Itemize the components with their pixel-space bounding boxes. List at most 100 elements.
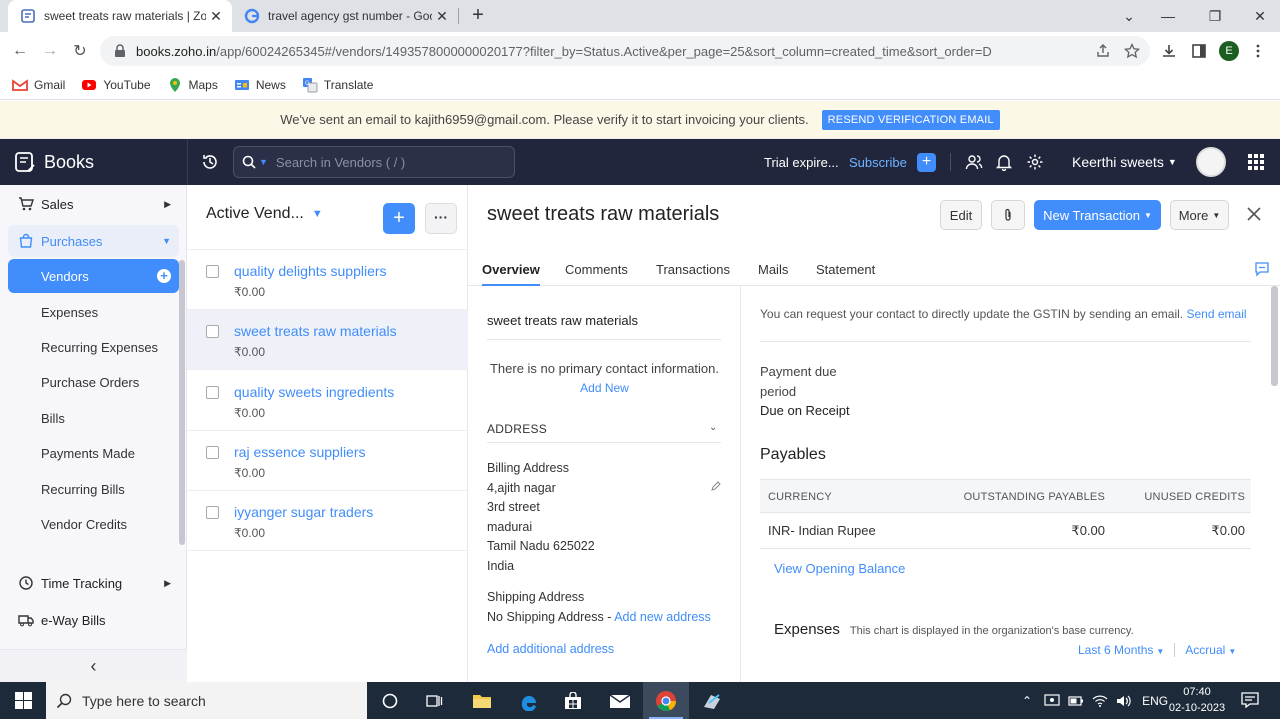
user-avatar[interactable] [1196, 147, 1226, 177]
taskbar-search-input[interactable] [82, 692, 352, 709]
lock-icon[interactable] [114, 44, 126, 58]
system-clock[interactable]: 07:40 02-10-2023 [1168, 684, 1226, 716]
vendor-name[interactable]: quality sweets ingredients [234, 384, 394, 400]
organization-switcher[interactable]: Keerthi sweets ▼ [1072, 139, 1177, 185]
address-section-header[interactable]: ADDRESS [487, 422, 547, 436]
chrome-taskbar-icon[interactable] [643, 682, 689, 719]
edge-browser-icon[interactable] [506, 682, 552, 719]
sidebar-module-purchases[interactable]: Purchases ▼ [8, 225, 179, 257]
browser-tab-active[interactable]: sweet treats raw materials | Zoho ✕ [8, 0, 232, 32]
close-window-icon[interactable]: ✕ [1240, 0, 1280, 32]
sidebar-item-vendor-credits[interactable]: Vendor Credits [8, 507, 179, 541]
recent-activity-icon[interactable] [201, 153, 219, 171]
users-icon[interactable] [965, 153, 983, 171]
vendor-name[interactable]: quality delights suppliers [234, 263, 387, 279]
sidebar-item-vendors[interactable]: Vendors + [8, 259, 179, 293]
vendor-search-box[interactable]: ▼ [233, 146, 515, 178]
vendor-row[interactable]: iyyanger sugar traders ₹0.00 [187, 491, 468, 551]
profile-avatar[interactable]: E [1219, 41, 1239, 61]
send-email-link[interactable]: Send email [1186, 307, 1246, 321]
address-bar[interactable]: books.zoho.in/app/60024265345#/vendors/1… [100, 36, 1150, 66]
detail-scrollbar[interactable] [1271, 286, 1278, 386]
basis-filter-dropdown[interactable]: Accrual ▼ [1185, 643, 1236, 657]
input-language[interactable]: ENG [1142, 694, 1168, 708]
task-view-icon[interactable] [411, 682, 457, 719]
app-icon[interactable] [689, 682, 735, 719]
row-checkbox[interactable] [206, 265, 219, 278]
search-input[interactable] [275, 154, 496, 170]
vendor-row[interactable]: quality delights suppliers ₹0.00 [187, 250, 468, 310]
file-explorer-icon[interactable] [459, 682, 505, 719]
back-arrow-icon[interactable]: ← [7, 38, 33, 64]
new-vendor-button[interactable]: + [383, 203, 415, 234]
apps-grid-icon[interactable] [1247, 153, 1265, 171]
taskbar-search[interactable] [46, 682, 367, 719]
sidebar-module-time-tracking[interactable]: Time Tracking ▶ [8, 567, 179, 599]
bookmark-maps[interactable]: Maps [167, 77, 218, 93]
resend-verification-button[interactable]: RESEND VERIFICATION EMAIL [821, 109, 1000, 130]
tab-overview[interactable]: Overview [482, 262, 540, 286]
vendor-name[interactable]: raj essence suppliers [234, 444, 366, 460]
row-checkbox[interactable] [206, 506, 219, 519]
add-new-address-link[interactable]: Add new address [614, 610, 711, 624]
bookmark-star-icon[interactable] [1124, 43, 1140, 59]
period-filter-dropdown[interactable]: Last 6 Months ▼ [1078, 643, 1164, 657]
vendor-row[interactable]: quality sweets ingredients ₹0.00 [187, 371, 468, 431]
sidebar-item-expenses[interactable]: Expenses [8, 295, 179, 329]
chevron-up-icon[interactable]: ⌃ [1022, 694, 1032, 708]
vendor-name[interactable]: sweet treats raw materials [234, 323, 397, 339]
microsoft-store-icon[interactable] [550, 682, 596, 719]
quick-create-button[interactable]: + [917, 153, 936, 172]
notification-center-icon[interactable] [1241, 692, 1259, 708]
download-icon[interactable] [1161, 43, 1177, 59]
share-icon[interactable] [1095, 43, 1111, 59]
vendor-row-selected[interactable]: sweet treats raw materials ₹0.00 [187, 310, 468, 370]
chevron-down-icon[interactable]: ⌄ [709, 422, 717, 433]
sidebar-item-recurring-bills[interactable]: Recurring Bills [8, 472, 179, 506]
pencil-edit-icon[interactable] [710, 480, 722, 492]
more-button[interactable]: More ▼ [1170, 200, 1229, 230]
add-vendor-plus-icon[interactable]: + [157, 269, 171, 283]
view-opening-balance-link[interactable]: View Opening Balance [774, 561, 905, 576]
minimize-icon[interactable]: — [1148, 0, 1188, 32]
vendor-name[interactable]: iyyanger sugar traders [234, 504, 373, 520]
battery-icon[interactable] [1068, 694, 1084, 708]
attachment-button[interactable] [991, 200, 1025, 230]
sidebar-item-payments-made[interactable]: Payments Made [8, 436, 179, 470]
collapse-sidebar-chevron-left-icon[interactable]: ‹ [0, 649, 187, 682]
books-logo[interactable]: Books [14, 151, 94, 173]
search-scope-chevron-icon[interactable]: ▼ [259, 157, 268, 167]
new-transaction-button[interactable]: New Transaction ▼ [1034, 200, 1161, 230]
close-tab-icon[interactable]: ✕ [432, 8, 452, 25]
subscribe-link[interactable]: Subscribe [849, 139, 907, 185]
chat-comment-icon[interactable] [1254, 261, 1270, 277]
wifi-icon[interactable] [1092, 694, 1108, 708]
close-tab-icon[interactable]: ✕ [206, 8, 226, 25]
tab-search-chevron-icon[interactable]: ⌄ [1109, 0, 1149, 32]
trial-status[interactable]: Trial expire... [764, 139, 839, 185]
bookmark-youtube[interactable]: YouTube [81, 77, 151, 93]
tab-statement[interactable]: Statement [816, 262, 875, 277]
windows-start-button[interactable] [0, 682, 46, 719]
sidebar-module-eway-bills[interactable]: e-Way Bills [8, 604, 179, 636]
vendor-row[interactable]: raj essence suppliers ₹0.00 [187, 431, 468, 491]
sidebar-module-sales[interactable]: Sales ▶ [8, 188, 179, 220]
more-options-button[interactable]: ··· [425, 203, 457, 234]
tab-transactions[interactable]: Transactions [656, 262, 730, 277]
mail-icon[interactable] [597, 682, 643, 719]
edit-button[interactable]: Edit [940, 200, 982, 230]
new-tab-button[interactable]: + [466, 4, 490, 28]
cortana-icon[interactable] [367, 682, 413, 719]
bookmark-news[interactable]: News [234, 77, 286, 93]
tab-mails[interactable]: Mails [758, 262, 788, 277]
list-view-selector[interactable]: Active Vend... ▼ [206, 205, 323, 223]
bookmark-gmail[interactable]: Gmail [12, 77, 65, 93]
chrome-menu-icon[interactable] [1250, 43, 1266, 59]
side-panel-icon[interactable] [1191, 43, 1207, 59]
add-additional-address-link[interactable]: Add additional address [487, 642, 614, 656]
row-checkbox[interactable] [206, 325, 219, 338]
bookmark-translate[interactable]: G Translate [302, 77, 373, 93]
tab-comments[interactable]: Comments [565, 262, 628, 277]
gear-icon[interactable] [1026, 153, 1044, 171]
close-icon[interactable] [1245, 205, 1263, 223]
